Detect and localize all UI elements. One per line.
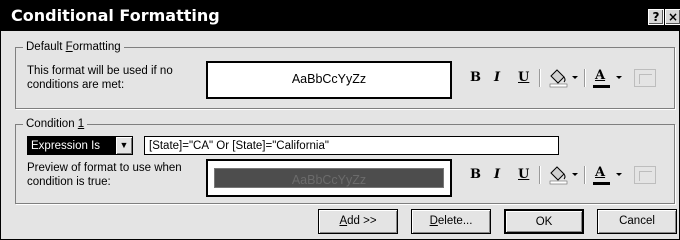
help-button[interactable]: ? <box>648 9 664 25</box>
fill-color-button[interactable] <box>547 164 579 186</box>
fill-color-button[interactable] <box>547 67 579 89</box>
help-icon: ? <box>652 10 660 24</box>
condition-type-dropdown-button[interactable]: ▼ <box>115 136 133 155</box>
font-color-arrow-icon <box>593 173 622 185</box>
conditional-formatting-dialog: Conditional Formatting ? × Default Forma… <box>0 0 680 240</box>
chevron-down-icon: ▼ <box>119 140 129 150</box>
condition-preview-text: AaBbCcYyZz <box>214 168 444 188</box>
condition-format-preview: AaBbCcYyZz <box>206 159 452 197</box>
underline-button[interactable]: U <box>518 167 529 183</box>
font-color-arrow-icon <box>593 76 622 88</box>
disabled-toolbar-button <box>634 166 656 184</box>
default-format-preview: AaBbCcYyZz <box>206 61 452 99</box>
font-color-button[interactable]: A <box>591 66 623 90</box>
title-bar: Conditional Formatting <box>1 1 680 31</box>
delete-button[interactable]: Delete... <box>411 209 491 234</box>
close-icon: × <box>667 10 679 24</box>
underline-button[interactable]: U <box>518 70 529 86</box>
condition-type-select[interactable]: Expression Is <box>27 136 115 155</box>
italic-button[interactable]: I <box>494 70 500 86</box>
default-description: This format will be used if no condition… <box>27 65 173 91</box>
bold-button[interactable]: B <box>470 70 481 86</box>
toolbar-separator <box>539 69 540 87</box>
bold-button[interactable]: B <box>470 167 481 183</box>
condition-description: Preview of format to use when condition … <box>27 162 182 188</box>
expression-input[interactable]: [State]="CA" Or [State]="California" <box>144 136 559 155</box>
disabled-toolbar-button <box>634 69 656 87</box>
default-formatting-legend: Default Formatting <box>23 40 124 54</box>
default-preview-text: AaBbCcYyZz <box>291 72 367 86</box>
close-button[interactable]: × <box>665 9 680 25</box>
cancel-button[interactable]: Cancel <box>597 209 677 234</box>
font-color-button[interactable]: A <box>591 163 623 187</box>
italic-button[interactable]: I <box>494 167 500 183</box>
toolbar-separator <box>584 69 585 87</box>
toolbar-separator <box>584 166 585 184</box>
fill-bucket-icon <box>549 166 578 185</box>
add-button[interactable]: Add >> <box>318 209 398 234</box>
toolbar-separator <box>539 166 540 184</box>
dialog-title: Conditional Formatting <box>11 6 220 25</box>
ok-button[interactable]: OK <box>504 209 584 234</box>
fill-bucket-icon <box>549 69 578 88</box>
condition-1-legend: Condition 1 <box>23 117 88 131</box>
